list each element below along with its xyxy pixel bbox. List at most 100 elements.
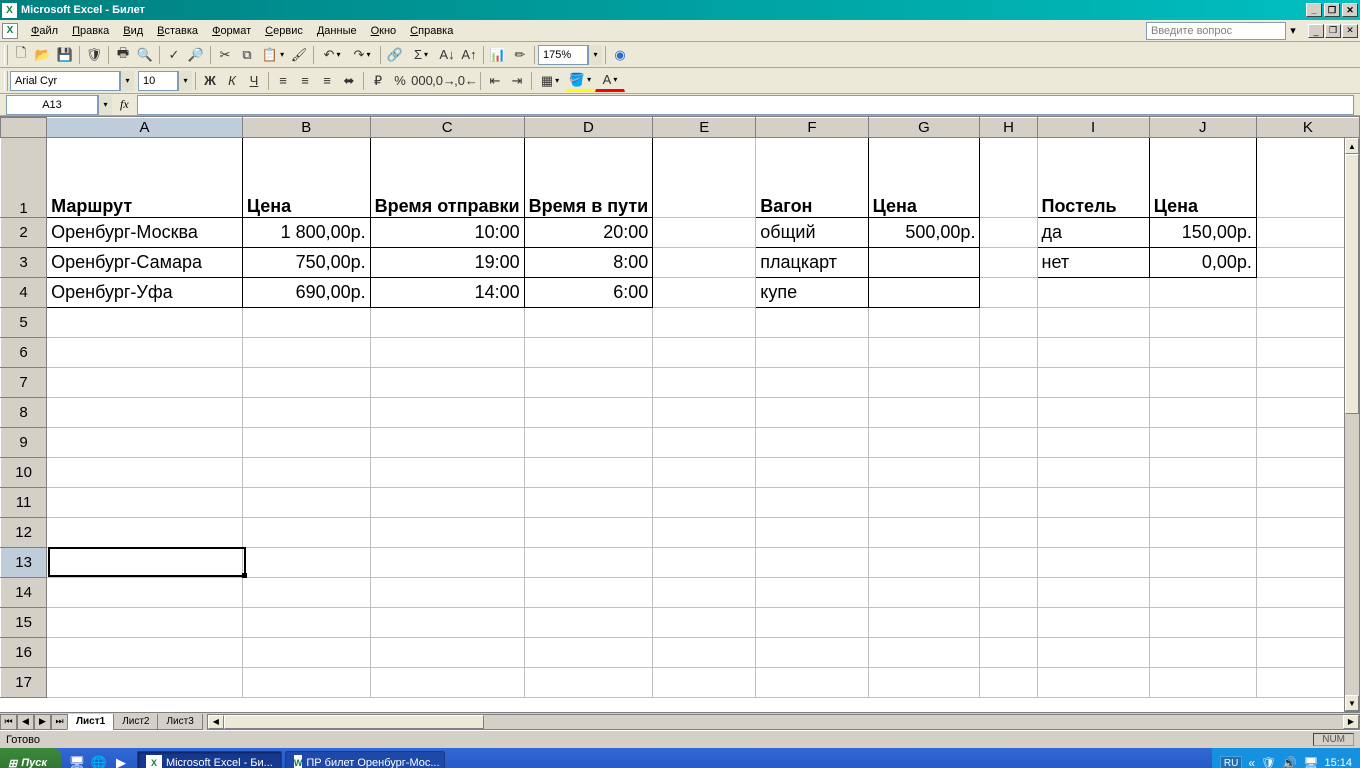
cell-C6[interactable] — [370, 338, 524, 368]
row-header-16[interactable]: 16 — [1, 638, 47, 668]
cell-C7[interactable] — [370, 368, 524, 398]
cell-E12[interactable] — [653, 518, 756, 548]
spreadsheet-grid[interactable]: ABCDEFGHIJK1МаршрутЦенаВремя отправкиВре… — [0, 117, 1360, 698]
cell-D3[interactable]: 8:00 — [524, 248, 653, 278]
merge-center-icon[interactable]: ⬌ — [338, 70, 360, 92]
cell-A15[interactable] — [47, 608, 243, 638]
cell-G3[interactable] — [868, 248, 980, 278]
cell-J12[interactable] — [1149, 518, 1256, 548]
cell-E13[interactable] — [653, 548, 756, 578]
cell-B10[interactable] — [242, 458, 370, 488]
cell-E9[interactable] — [653, 428, 756, 458]
undo-icon[interactable]: ↶ — [317, 44, 347, 66]
cell-H14[interactable] — [980, 578, 1037, 608]
col-header-C[interactable]: C — [370, 118, 524, 138]
cell-D17[interactable] — [524, 668, 653, 698]
cell-J5[interactable] — [1149, 308, 1256, 338]
restore-button[interactable]: ❐ — [1324, 3, 1340, 17]
media-player-icon[interactable]: ▶ — [111, 752, 131, 768]
cell-I12[interactable] — [1037, 518, 1149, 548]
cell-H15[interactable] — [980, 608, 1037, 638]
cell-F6[interactable] — [756, 338, 868, 368]
cell-C15[interactable] — [370, 608, 524, 638]
cell-J15[interactable] — [1149, 608, 1256, 638]
row-header-9[interactable]: 9 — [1, 428, 47, 458]
cell-B5[interactable] — [242, 308, 370, 338]
cell-B11[interactable] — [242, 488, 370, 518]
cell-A1[interactable]: Маршрут — [47, 138, 243, 218]
cell-G6[interactable] — [868, 338, 980, 368]
show-desktop-icon[interactable]: 🖥 — [67, 752, 87, 768]
cell-D9[interactable] — [524, 428, 653, 458]
cell-H2[interactable] — [980, 218, 1037, 248]
bold-icon[interactable]: Ж — [199, 70, 221, 92]
col-header-K[interactable]: K — [1256, 118, 1359, 138]
cell-I6[interactable] — [1037, 338, 1149, 368]
cell-C5[interactable] — [370, 308, 524, 338]
col-header-D[interactable]: D — [524, 118, 653, 138]
cell-I15[interactable] — [1037, 608, 1149, 638]
tray-icon[interactable]: 🔊 — [1282, 756, 1297, 768]
cell-H7[interactable] — [980, 368, 1037, 398]
cell-E5[interactable] — [653, 308, 756, 338]
cell-A5[interactable] — [47, 308, 243, 338]
cell-F17[interactable] — [756, 668, 868, 698]
save-icon[interactable]: 💾 — [54, 44, 76, 66]
cell-E4[interactable] — [653, 278, 756, 308]
cell-A4[interactable]: Оренбург-Уфа — [47, 278, 243, 308]
cell-G16[interactable] — [868, 638, 980, 668]
cell-F7[interactable] — [756, 368, 868, 398]
sort-asc-icon[interactable]: A↓ — [436, 44, 458, 66]
cell-E1[interactable] — [653, 138, 756, 218]
cell-B7[interactable] — [242, 368, 370, 398]
cell-C8[interactable] — [370, 398, 524, 428]
cell-C10[interactable] — [370, 458, 524, 488]
cell-G10[interactable] — [868, 458, 980, 488]
cell-I9[interactable] — [1037, 428, 1149, 458]
new-icon[interactable]: 🗋 — [10, 44, 32, 66]
cell-G4[interactable] — [868, 278, 980, 308]
print-preview-icon[interactable]: 🔍 — [134, 44, 156, 66]
hyperlink-icon[interactable]: 🔗 — [384, 44, 406, 66]
menu-справка[interactable]: Справка — [403, 23, 460, 39]
cell-B12[interactable] — [242, 518, 370, 548]
cell-D12[interactable] — [524, 518, 653, 548]
cell-J16[interactable] — [1149, 638, 1256, 668]
format-painter-icon[interactable]: 🖌 — [288, 44, 310, 66]
spelling-icon[interactable]: ✓ — [163, 44, 185, 66]
cell-H8[interactable] — [980, 398, 1037, 428]
col-header-I[interactable]: I — [1037, 118, 1149, 138]
vscroll-thumb[interactable] — [1345, 154, 1359, 414]
cell-E2[interactable] — [653, 218, 756, 248]
menu-правка[interactable]: Правка — [65, 23, 116, 39]
row-header-2[interactable]: 2 — [1, 218, 47, 248]
cell-C4[interactable]: 14:00 — [370, 278, 524, 308]
fx-icon[interactable]: fx — [120, 97, 129, 112]
cell-C16[interactable] — [370, 638, 524, 668]
cell-A11[interactable] — [47, 488, 243, 518]
minimize-button[interactable]: _ — [1306, 3, 1322, 17]
cell-H3[interactable] — [980, 248, 1037, 278]
cell-H4[interactable] — [980, 278, 1037, 308]
clock[interactable]: 15:14 — [1324, 757, 1352, 768]
align-center-icon[interactable]: ≡ — [294, 70, 316, 92]
redo-icon[interactable]: ↷ — [347, 44, 377, 66]
cell-B14[interactable] — [242, 578, 370, 608]
row-header-6[interactable]: 6 — [1, 338, 47, 368]
print-icon[interactable]: 🖶 — [112, 44, 134, 66]
cell-J1[interactable]: Цена — [1149, 138, 1256, 218]
cell-C12[interactable] — [370, 518, 524, 548]
cell-G5[interactable] — [868, 308, 980, 338]
cell-E14[interactable] — [653, 578, 756, 608]
open-icon[interactable]: 📂 — [32, 44, 54, 66]
cell-B9[interactable] — [242, 428, 370, 458]
sheet-first-icon[interactable]: ⏮ — [0, 714, 17, 730]
copy-icon[interactable]: ⧉ — [236, 44, 258, 66]
font-size-box[interactable]: 10 — [138, 71, 178, 91]
paste-icon[interactable]: 📋 — [258, 44, 288, 66]
cell-I16[interactable] — [1037, 638, 1149, 668]
sheet-prev-icon[interactable]: ◀ — [17, 714, 34, 730]
cell-B13[interactable] — [242, 548, 370, 578]
row-header-17[interactable]: 17 — [1, 668, 47, 698]
ask-dropdown-icon[interactable]: ▾ — [1286, 24, 1300, 37]
